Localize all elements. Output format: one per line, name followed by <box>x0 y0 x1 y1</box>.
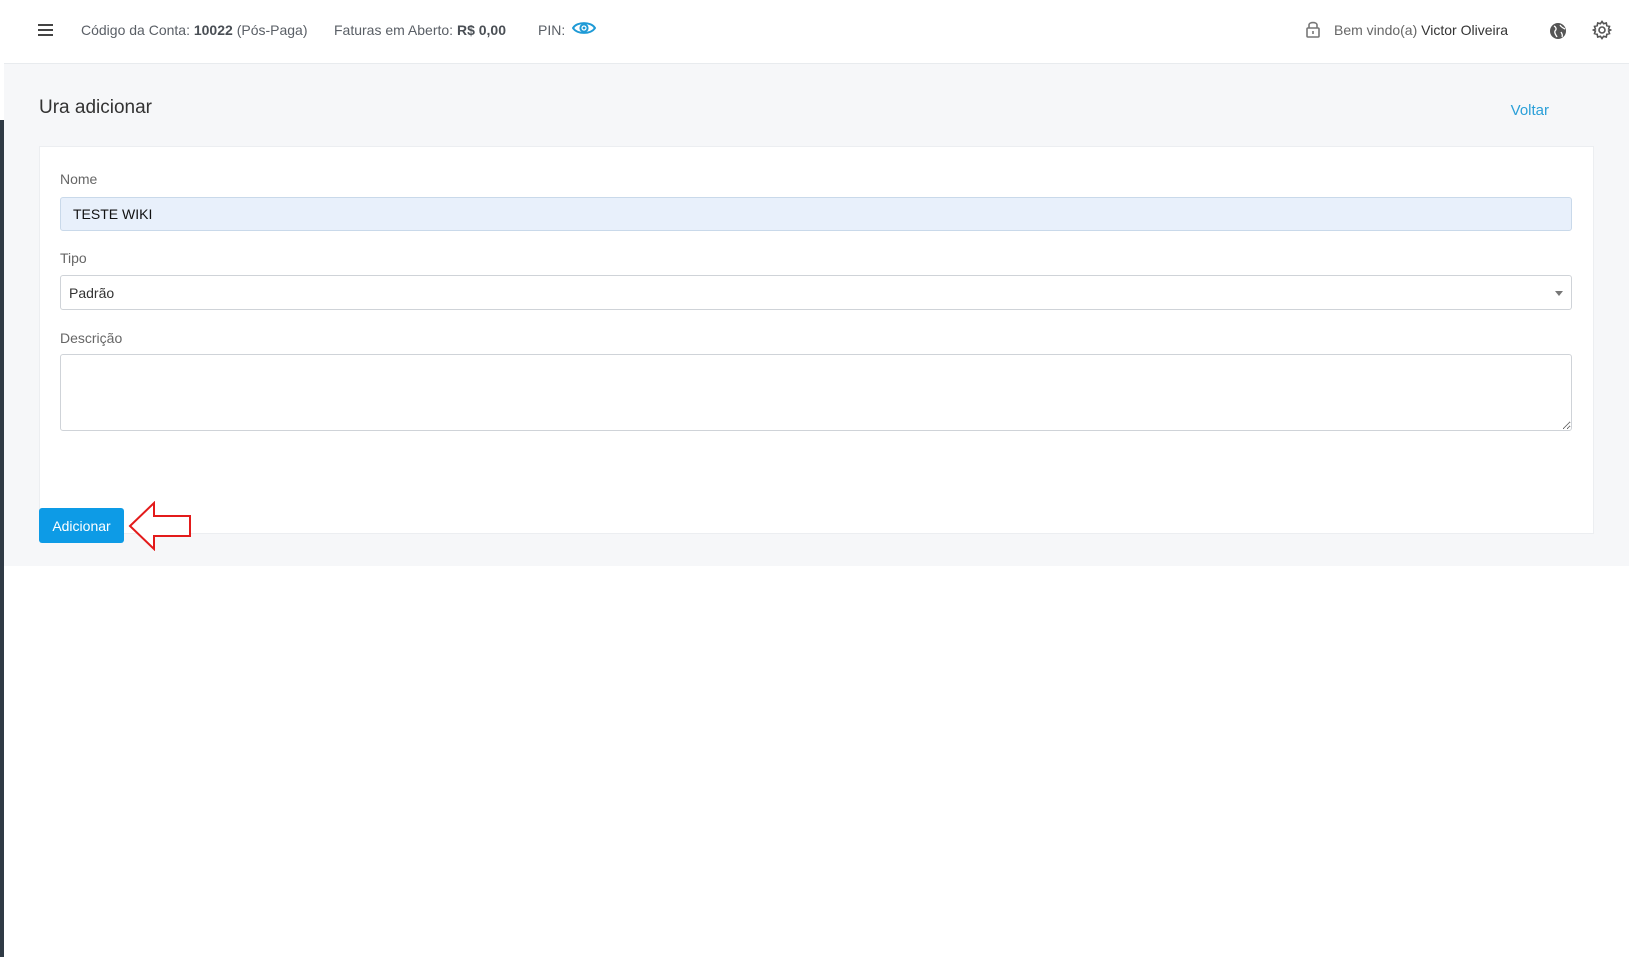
pin-label: PIN: <box>538 22 566 38</box>
hamburger-menu-icon[interactable] <box>35 19 57 41</box>
account-type: (Pós-Paga) <box>236 22 308 38</box>
nome-input[interactable] <box>60 197 1572 231</box>
page-title: Ura adicionar <box>39 97 152 118</box>
pin-info: PIN: <box>538 20 597 39</box>
lock-icon <box>1304 19 1322 39</box>
account-label: Código da Conta: <box>81 22 190 38</box>
eye-icon[interactable] <box>571 20 597 39</box>
back-link[interactable]: Voltar <box>1511 102 1549 119</box>
descricao-label: Descrição <box>60 330 123 346</box>
tipo-select[interactable]: Padrão <box>60 275 1572 310</box>
globe-icon[interactable] <box>1549 22 1567 40</box>
tipo-selected-value: Padrão <box>69 285 115 301</box>
gear-icon[interactable] <box>1591 20 1613 40</box>
chevron-down-icon <box>1555 291 1563 296</box>
welcome-label: Bem vindo(a) <box>1334 22 1418 38</box>
add-button[interactable]: Adicionar <box>39 508 124 543</box>
nome-label: Nome <box>60 171 98 187</box>
form-card: Nome Tipo Padrão Descrição <box>39 146 1594 534</box>
invoices-value: R$ 0,00 <box>456 22 506 38</box>
invoices-label: Faturas em Aberto: <box>334 22 454 38</box>
arrow-left-icon <box>128 501 191 551</box>
main-content: Ura adicionar Voltar Nome Tipo Padrão De… <box>4 64 1629 566</box>
descricao-textarea[interactable] <box>60 354 1572 431</box>
tipo-label: Tipo <box>60 250 87 266</box>
top-bar: Código da Conta: 10022 (Pós-Paga) Fatura… <box>4 0 1629 64</box>
welcome-text: Bem vindo(a) Victor Oliveira <box>1334 22 1508 38</box>
user-name: Victor Oliveira <box>1421 22 1509 38</box>
open-invoices-info: Faturas em Aberto: R$ 0,00 <box>334 22 506 38</box>
account-info: Código da Conta: 10022 (Pós-Paga) <box>81 22 308 38</box>
account-code: 10022 <box>193 22 233 38</box>
